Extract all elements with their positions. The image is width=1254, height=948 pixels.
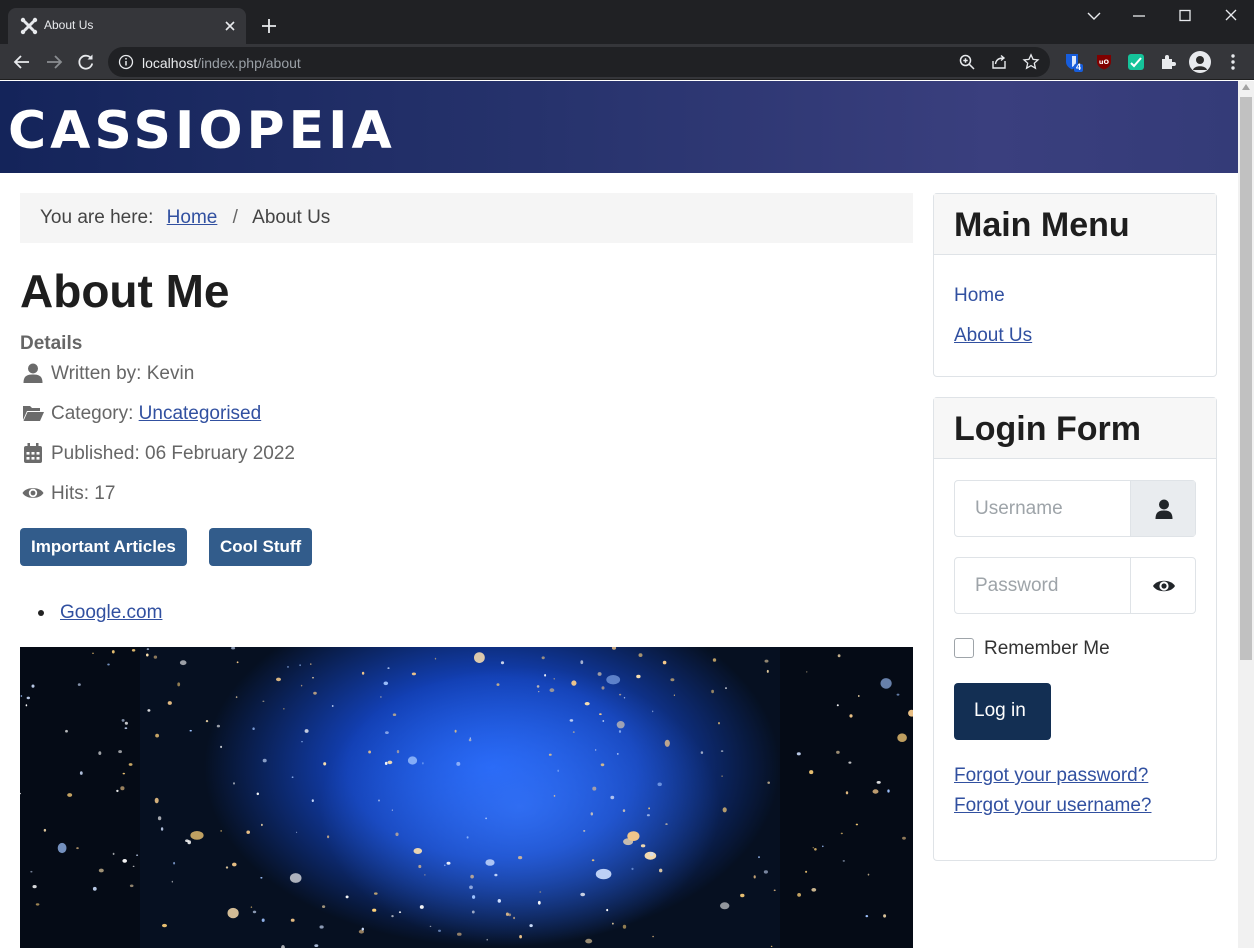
main-menu-card: Main Menu Home About Us [933, 193, 1217, 377]
extension-badge: 4 [1076, 62, 1082, 72]
remember-me-checkbox[interactable] [954, 638, 974, 658]
tab-close-icon[interactable] [222, 18, 238, 34]
browser-toolbar: localhost/index.php/about 4 uO [0, 44, 1254, 80]
breadcrumb-prefix: You are here: [40, 207, 154, 228]
site-header: CASSIOPEIA [0, 81, 1238, 173]
forward-arrow-icon[interactable] [44, 52, 64, 72]
details-heading: Details [20, 333, 83, 354]
breadcrumb-current: About Us [252, 207, 331, 228]
site-info-icon[interactable] [118, 54, 134, 70]
username-input[interactable] [955, 481, 1130, 536]
forgot-password-link[interactable]: Forgot your password? [954, 765, 1148, 787]
username-addon [1130, 481, 1195, 536]
main-menu-title: Main Menu [934, 194, 1216, 255]
new-tab-icon[interactable] [260, 17, 278, 35]
username-group [954, 480, 1196, 537]
grammar-extension-icon[interactable] [1126, 52, 1146, 72]
breadcrumb: You are here: Home / About Us [20, 193, 913, 243]
user-icon [23, 363, 43, 383]
joomla-favicon-icon [20, 17, 38, 35]
site-brand[interactable]: CASSIOPEIA [8, 101, 396, 161]
category-link[interactable]: Uncategorised [139, 403, 262, 424]
login-form-card: Login Form Remember Me Log [933, 397, 1217, 861]
list-bullet [38, 610, 44, 616]
login-button[interactable]: Log in [954, 683, 1051, 740]
reload-icon[interactable] [76, 52, 96, 72]
calendar-icon [24, 443, 42, 463]
browser-tab[interactable]: About Us [8, 8, 246, 44]
galaxy-cluster-image [20, 647, 913, 948]
tab-title: About Us [44, 18, 94, 32]
url-text: localhost/index.php/about [142, 55, 301, 71]
tab-search-chevron-icon[interactable] [1082, 8, 1106, 24]
remember-me-label[interactable]: Remember Me [984, 638, 1110, 660]
address-bar[interactable]: localhost/index.php/about [108, 47, 1050, 77]
bitwarden-extension-icon[interactable]: 4 [1063, 52, 1083, 72]
scrollbar-thumb[interactable] [1240, 97, 1252, 660]
close-window-icon[interactable] [1219, 8, 1243, 24]
scroll-up-arrow-icon[interactable] [1242, 84, 1250, 90]
eye-icon [1153, 580, 1175, 592]
tag-cool-stuff[interactable]: Cool Stuff [209, 528, 313, 566]
user-icon [1155, 499, 1173, 519]
extensions-puzzle-icon[interactable] [1158, 52, 1178, 72]
page-viewport: CASSIOPEIA You are here: Home / About Us… [0, 81, 1238, 948]
breadcrumb-separator: / [232, 207, 238, 228]
show-password-button[interactable] [1130, 558, 1195, 613]
minimize-icon[interactable] [1127, 8, 1151, 24]
menu-item-home[interactable]: Home [954, 285, 1005, 307]
page-scrollbar[interactable] [1238, 81, 1254, 948]
menu-item-about-us[interactable]: About Us [954, 325, 1032, 347]
breadcrumb-home-link[interactable]: Home [167, 207, 218, 228]
password-input[interactable] [955, 558, 1130, 613]
svg-text:uO: uO [1099, 58, 1110, 66]
bookmark-star-icon[interactable] [1022, 53, 1040, 71]
google-link[interactable]: Google.com [60, 602, 162, 624]
zoom-icon[interactable] [958, 53, 976, 71]
maximize-icon[interactable] [1173, 8, 1197, 24]
login-form-title: Login Form [934, 398, 1216, 459]
folder-open-icon [23, 406, 44, 421]
password-group [954, 557, 1196, 614]
forgot-username-link[interactable]: Forgot your username? [954, 795, 1152, 817]
share-icon[interactable] [990, 53, 1008, 71]
page-title: About Me [20, 265, 230, 317]
eye-icon [22, 488, 44, 498]
ublock-extension-icon[interactable]: uO [1094, 52, 1114, 72]
tag-important-articles[interactable]: Important Articles [20, 528, 187, 566]
profile-avatar[interactable] [1189, 51, 1211, 73]
back-arrow-icon[interactable] [12, 52, 32, 72]
browser-menu-icon[interactable] [1223, 52, 1243, 72]
browser-titlebar: About Us [0, 0, 1254, 44]
